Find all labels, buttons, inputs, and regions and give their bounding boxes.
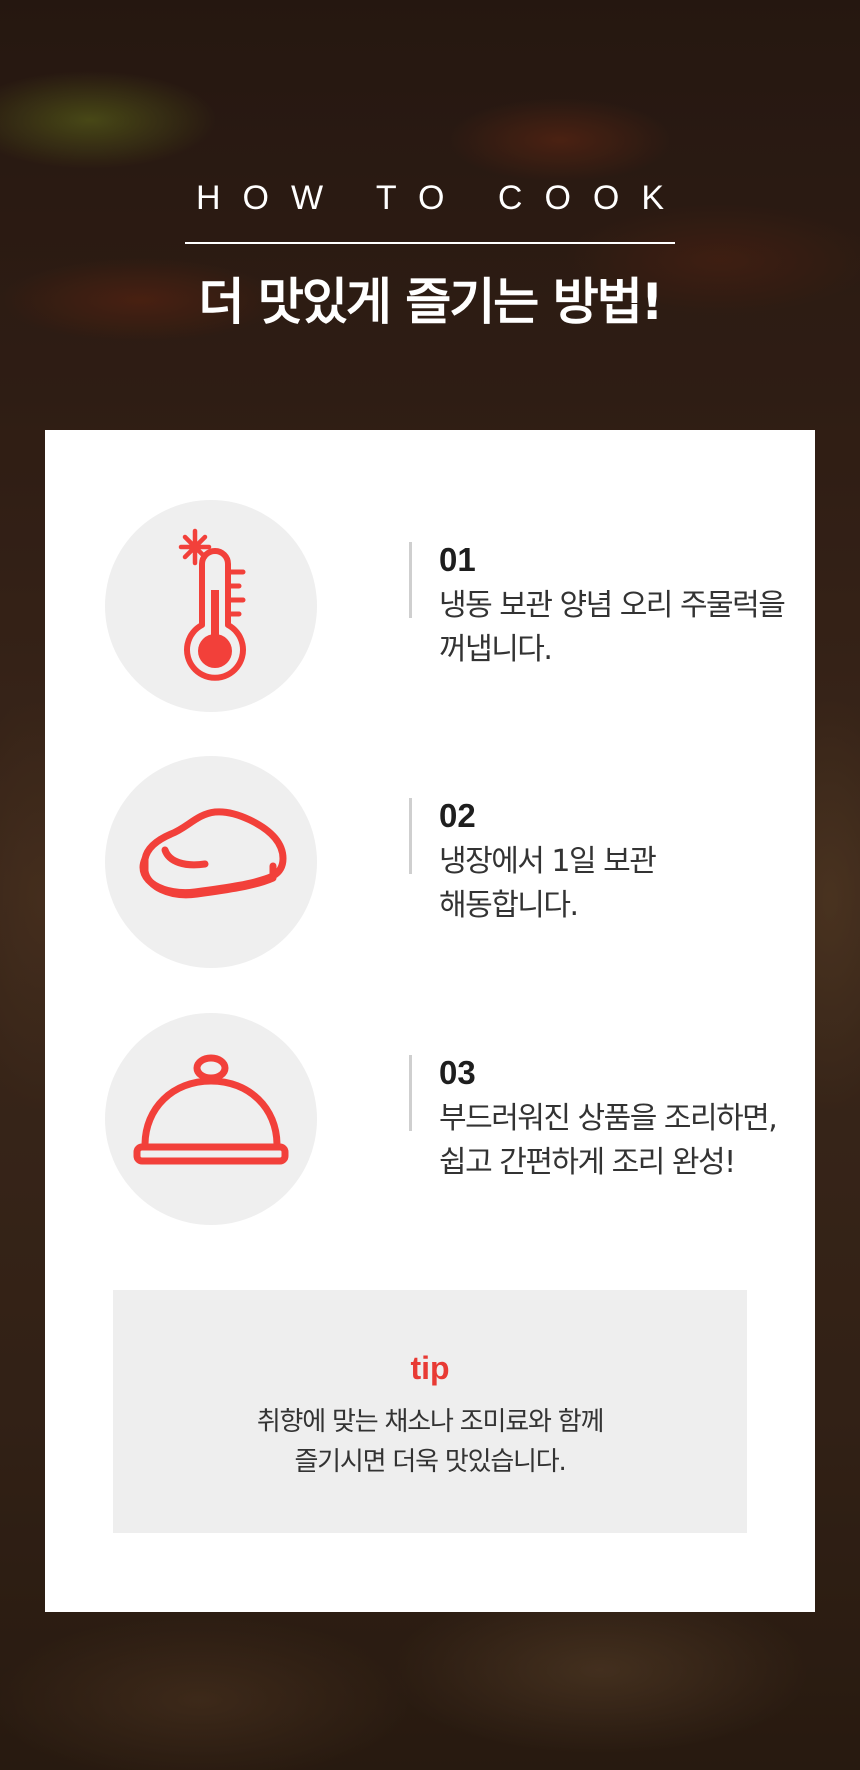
eyebrow-text: HOW TO COOK bbox=[195, 179, 687, 217]
tip-line-1: 취향에 맞는 채소나 조미료와 함께 bbox=[256, 1407, 605, 1437]
step-3-divider bbox=[409, 1055, 412, 1131]
thermometer-snowflake-icon bbox=[178, 528, 246, 681]
header: HOW TO COOK 더 맛있게 즐기는 방법! bbox=[0, 0, 860, 430]
step-1-icon-circle bbox=[105, 500, 317, 712]
page-title: 더 맛있게 즐기는 방법! bbox=[198, 273, 663, 331]
step-1-number: 01 bbox=[439, 541, 476, 578]
tip-text: 취향에 맞는 채소나 조미료와 함께 즐기시면 더욱 맛있습니다. bbox=[113, 1402, 747, 1482]
step-3-line-1: 부드러워진 상품을 조리하면, bbox=[439, 1101, 778, 1136]
step-1-divider bbox=[409, 542, 412, 618]
step-1: 01 냉동 보관 양념 오리 주물럭을 꺼냅니다. bbox=[105, 500, 786, 712]
step-3-number: 03 bbox=[439, 1054, 476, 1091]
tip-line-2: 즐기시면 더욱 맛있습니다. bbox=[294, 1447, 566, 1477]
tip-box: tip 취향에 맞는 채소나 조미료와 함께 즐기시면 더욱 맛있습니다. bbox=[113, 1290, 747, 1533]
step-1-line-2: 꺼냅니다. bbox=[439, 632, 553, 667]
cloche-icon bbox=[133, 1054, 289, 1165]
step-2-text: 냉장에서 1일 보관 해동합니다. bbox=[439, 840, 819, 928]
step-1-text: 냉동 보관 양념 오리 주물럭을 꺼냅니다. bbox=[439, 584, 819, 672]
instructions-card: 01 냉동 보관 양념 오리 주물럭을 꺼냅니다. 02 냉장에서 1일 보관 … bbox=[45, 430, 815, 1612]
step-2: 02 냉장에서 1일 보관 해동합니다. bbox=[105, 756, 765, 968]
step-3-icon-circle bbox=[105, 1013, 317, 1225]
step-3-text: 부드러워진 상품을 조리하면, 쉽고 간편하게 조리 완성! bbox=[439, 1097, 819, 1185]
tip-label: tip bbox=[410, 1350, 450, 1386]
step-1-line-1: 냉동 보관 양념 오리 주물럭을 bbox=[439, 588, 786, 623]
header-divider bbox=[185, 242, 675, 244]
step-3: 03 부드러워진 상품을 조리하면, 쉽고 간편하게 조리 완성! bbox=[105, 1013, 778, 1225]
step-3-line-2: 쉽고 간편하게 조리 완성! bbox=[439, 1145, 736, 1180]
step-2-divider bbox=[409, 798, 412, 874]
step-2-number: 02 bbox=[439, 797, 476, 834]
step-2-icon-circle bbox=[105, 756, 317, 968]
step-2-line-2: 해동합니다. bbox=[439, 888, 579, 923]
steak-icon bbox=[139, 808, 287, 899]
step-2-line-1: 냉장에서 1일 보관 bbox=[439, 844, 657, 879]
